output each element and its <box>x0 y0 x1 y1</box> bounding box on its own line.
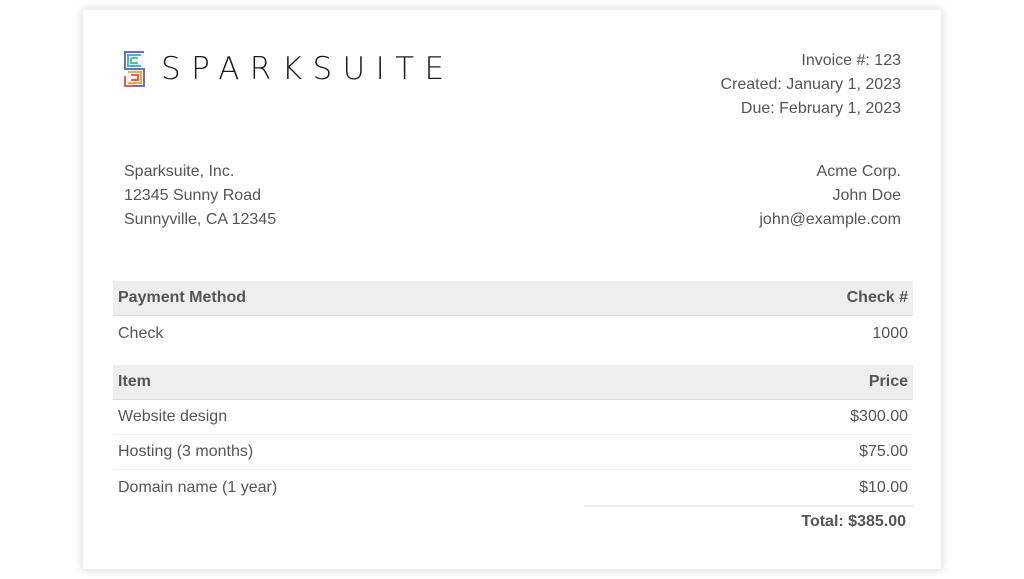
price-header: Price <box>868 373 908 390</box>
from-address-line-1: 12345 Sunny Road <box>124 187 261 204</box>
invoice-due-date: Due: February 1, 2023 <box>740 100 901 117</box>
total-divider <box>584 505 913 507</box>
payment-detail-row: Check 1000 <box>113 316 913 351</box>
item-name: Domain name (1 year) <box>118 478 278 496</box>
items-heading-row: Item Price <box>113 365 913 400</box>
invoice-meta: Invoice #: 123 Created: January 1, 2023 … <box>643 49 901 121</box>
payment-table: Payment Method Check # Check 1000 <box>113 281 913 351</box>
item-price: $75.00 <box>859 443 908 460</box>
to-company: Acme Corp. <box>816 163 901 180</box>
item-header: Item <box>118 373 151 390</box>
table-row: Website design $300.00 <box>113 400 913 435</box>
item-name: Website design <box>118 408 228 425</box>
from-company: Sparksuite, Inc. <box>124 163 235 180</box>
payment-heading-row: Payment Method Check # <box>113 281 913 316</box>
check-number-header: Check # <box>846 289 908 306</box>
item-price: $300.00 <box>850 408 908 425</box>
invoice-number: Invoice #: 123 <box>801 52 901 69</box>
from-address-line-2: Sunnyville, CA 12345 <box>124 211 277 228</box>
items-table: Item Price Website design $300.00 Hostin… <box>113 365 913 505</box>
to-address: Acme Corp. John Doe john@example.com <box>643 160 901 232</box>
logo-wordmark: SPARKSUITE <box>161 51 455 87</box>
company-logo: SPARKSUITE <box>124 51 455 87</box>
to-email: john@example.com <box>759 211 901 228</box>
sparksuite-logo-icon <box>124 51 145 87</box>
from-address: Sparksuite, Inc. 12345 Sunny Road Sunnyv… <box>124 160 424 232</box>
table-row: Domain name (1 year) $10.00 <box>113 470 913 505</box>
invoice-created-date: Created: January 1, 2023 <box>720 76 901 93</box>
item-price: $10.00 <box>859 478 908 496</box>
payment-method-value: Check <box>118 324 164 342</box>
invoice-box: SPARKSUITE Invoice #: 123 Created: Janua… <box>82 9 942 570</box>
to-name: John Doe <box>832 187 902 204</box>
payment-method-header: Payment Method <box>118 289 247 306</box>
invoice-total: Total: $385.00 <box>801 513 906 530</box>
table-row: Hosting (3 months) $75.00 <box>113 435 913 470</box>
item-name: Hosting (3 months) <box>118 443 254 460</box>
check-number-value: 1000 <box>872 324 908 342</box>
